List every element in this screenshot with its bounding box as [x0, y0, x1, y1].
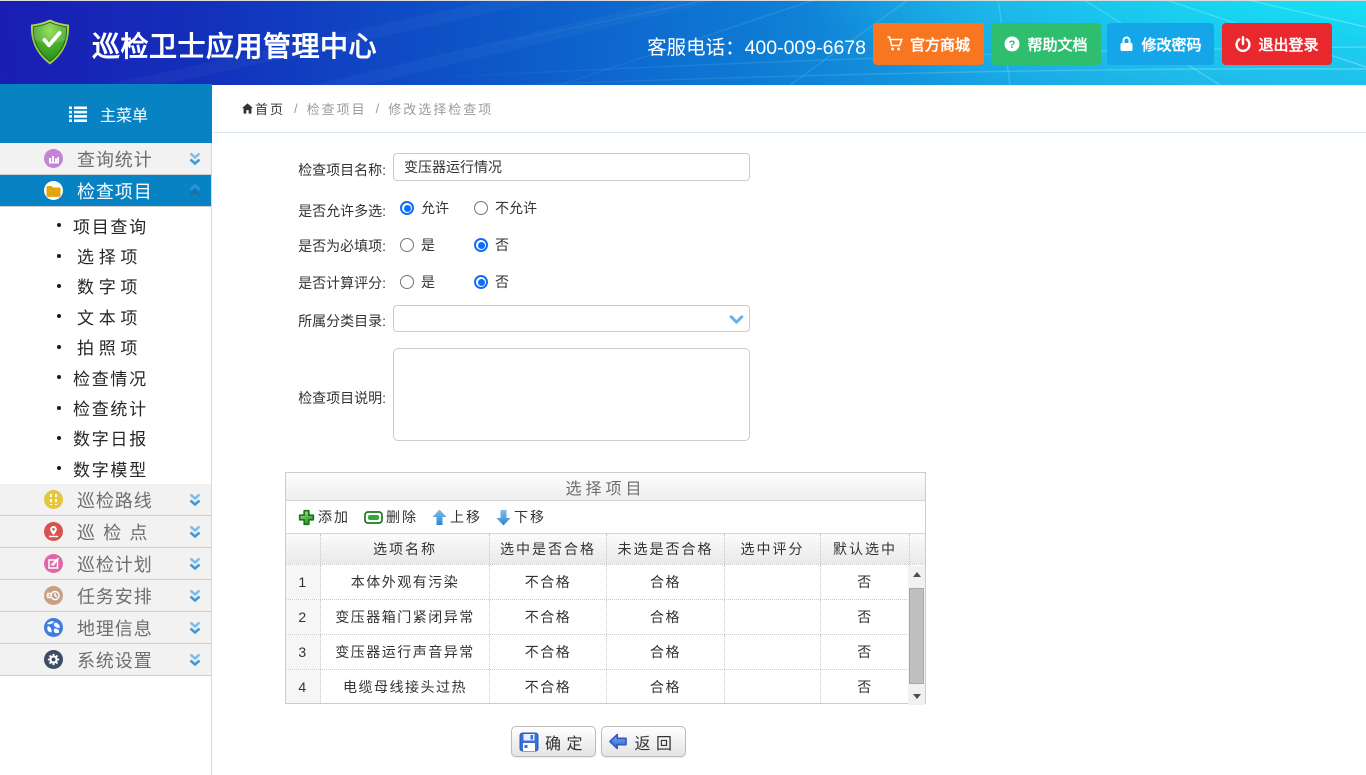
svg-text:?: ?	[1009, 39, 1016, 51]
